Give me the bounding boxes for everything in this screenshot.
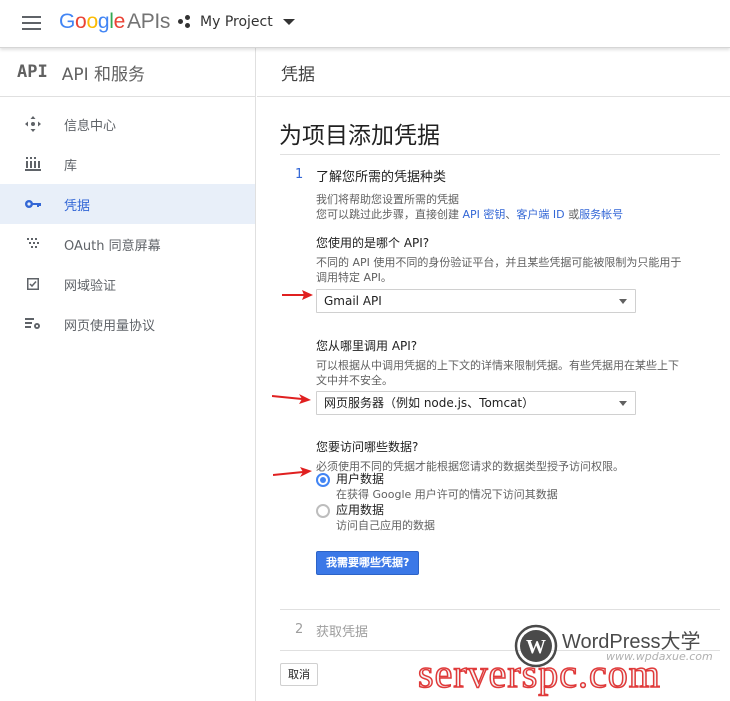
annotation-arrow-icon (272, 394, 311, 404)
sidebar-item-label: 网页使用量协议 (64, 318, 156, 334)
caret-down-icon (282, 19, 295, 25)
sidebar-item-label: 凭据 (64, 198, 91, 214)
radio-text: 用户数据 在获得 Google 用户许可的情况下访问其数据 (336, 472, 558, 503)
logo-apis: APIs (126, 10, 171, 33)
watermark-text: serverspc.com (417, 650, 661, 697)
intro-text: 您可以跳过此步骤，直接创建 (316, 208, 463, 221)
radio-label: 应用数据 (336, 503, 385, 517)
api-key-link[interactable]: API 密钥 (463, 208, 506, 221)
radio-app-data[interactable]: 应用数据 访问自己应用的数据 (316, 503, 435, 534)
step-title: 了解您所需的凭据种类 (316, 170, 447, 185)
calling-from-question: 您从哪里调用 API? (316, 339, 418, 353)
api-badge: API (17, 62, 48, 82)
step-number: 2 (295, 622, 304, 637)
project-selector[interactable]: My Project (178, 14, 295, 30)
sidebar-item-oauth[interactable]: OAuth 同意屏幕 (0, 224, 255, 264)
sidebar-item-page-usage[interactable]: 网页使用量协议 (0, 304, 255, 344)
sidebar-item-library[interactable]: 库 (0, 144, 255, 184)
key-icon (23, 194, 43, 214)
sidebar-header: API API 和服务 (0, 48, 255, 97)
radio-user-data[interactable]: 用户数据 在获得 Google 用户许可的情况下访问其数据 (316, 472, 558, 503)
dropdown-arrow-icon (619, 299, 627, 304)
step-title: 获取凭据 (316, 625, 369, 640)
separator-text: 或 (564, 208, 580, 221)
which-credentials-button[interactable]: 我需要哪些凭据? (316, 551, 420, 575)
settings-list-icon (23, 314, 43, 334)
radio-sublabel: 访问自己应用的数据 (336, 519, 435, 532)
sidebar: API API 和服务 信息中心 库 凭据 OAuth 同意屏幕 网域验证 网页… (0, 48, 256, 701)
data-access-question: 您要访问哪些数据? (316, 440, 419, 454)
oauth-icon (23, 234, 43, 254)
cancel-button[interactable]: 取消 (280, 663, 318, 686)
sidebar-title: API 和服务 (61, 64, 146, 85)
sidebar-item-label: 库 (64, 158, 78, 174)
step-number: 1 (295, 167, 304, 182)
radio-sublabel: 在获得 Google 用户许可的情况下访问其数据 (336, 488, 558, 501)
annotation-arrow-icon (282, 290, 313, 300)
sidebar-nav: 信息中心 库 凭据 OAuth 同意屏幕 网域验证 网页使用量协议 (0, 104, 255, 344)
project-icon (178, 15, 192, 29)
intro-links-line: 您可以跳过此步骤，直接创建 API 密钥、客户端 ID 或服务帐号 (316, 207, 623, 222)
api-select[interactable]: Gmail API (316, 289, 636, 313)
annotation-arrow-icon (273, 467, 312, 477)
sidebar-item-dashboard[interactable]: 信息中心 (0, 104, 255, 144)
intro-line: 我们将帮助您设置所需的凭据 (316, 193, 459, 206)
calling-from-select[interactable]: 网页服务器（例如 node.js、Tomcat） (316, 391, 636, 415)
api-question: 您使用的是哪个 API? (316, 236, 430, 250)
calling-from-desc: 可以根据从中调用凭据的上下文的详情来限制凭据。有些凭据用在某些上下文中并不安全。 (316, 359, 679, 387)
sidebar-item-domain-verification[interactable]: 网域验证 (0, 264, 255, 304)
step-intro: 我们将帮助您设置所需的凭据 您可以跳过此步骤，直接创建 API 密钥、客户端 I… (316, 192, 623, 222)
sidebar-item-label: 网域验证 (64, 278, 117, 294)
content-header-title: 凭据 (281, 64, 315, 85)
client-id-link[interactable]: 客户端 ID (516, 208, 564, 221)
logo-google: Google (59, 10, 125, 33)
menu-icon[interactable] (22, 16, 41, 31)
api-select-value: Gmail API (324, 294, 382, 308)
radio-text: 应用数据 访问自己应用的数据 (336, 503, 435, 534)
content-header: 凭据 (257, 48, 730, 97)
top-app-bar: GoogleAPIs My Project (0, 0, 730, 48)
domain-check-icon (23, 274, 43, 294)
dropdown-arrow-icon (619, 401, 627, 406)
sidebar-item-label: OAuth 同意屏幕 (64, 238, 161, 254)
radio-button-checked[interactable] (316, 473, 330, 487)
api-question-desc: 不同的 API 使用不同的身份验证平台，并且某些凭据可能被限制为只能用于调用特定… (316, 256, 682, 284)
project-name: My Project (200, 14, 273, 30)
library-icon (23, 154, 43, 174)
google-apis-logo[interactable]: GoogleAPIs (59, 10, 170, 34)
dashboard-icon (23, 114, 43, 134)
sidebar-item-label: 信息中心 (64, 118, 117, 134)
step-divider (280, 154, 720, 155)
sidebar-item-credentials[interactable]: 凭据 (0, 184, 255, 224)
radio-button-unchecked[interactable] (316, 504, 330, 518)
service-account-link[interactable]: 服务帐号 (579, 208, 623, 221)
step-divider (280, 609, 720, 610)
separator-text: 、 (505, 208, 517, 221)
radio-label: 用户数据 (336, 472, 385, 486)
calling-from-select-value: 网页服务器（例如 node.js、Tomcat） (324, 396, 535, 410)
page-title: 为项目添加凭据 (279, 123, 440, 149)
